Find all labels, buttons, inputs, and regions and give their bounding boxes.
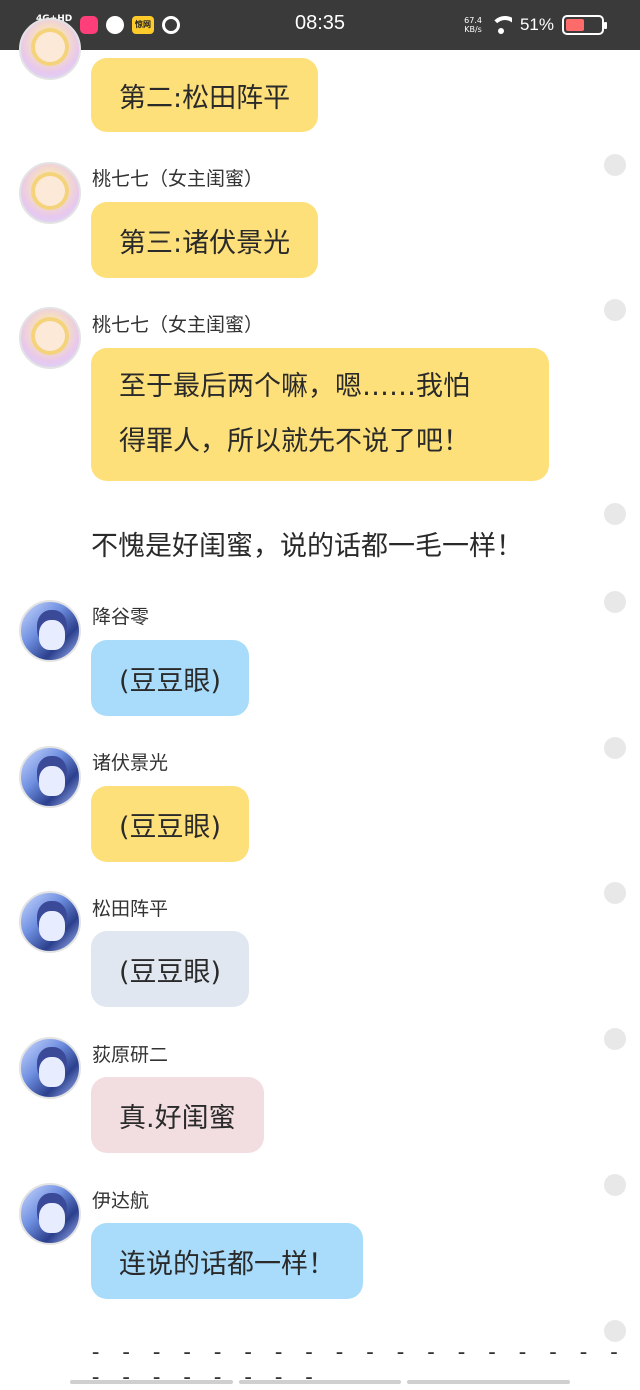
select-radio[interactable] [604,1028,626,1050]
sender-name: 伊达航 [92,1190,150,1212]
network-speed-value: 67.4 [464,16,482,25]
sender-name: 降谷零 [92,606,150,628]
network-speed: 67.4 KB/s [464,16,482,34]
message-bubble[interactable]: 真.好闺蜜 [91,1077,264,1153]
sender-name: 桃七七（女主闺蜜） [92,168,264,190]
status-bar: 4G+HD 惊网 08:35 67.4 KB/s 51% [0,0,640,50]
select-radio[interactable] [604,1320,626,1342]
message-bubble[interactable]: (豆豆眼) [91,640,250,716]
scroll-indicator [70,1380,571,1384]
select-radio[interactable] [604,737,626,759]
sender-name: 荻原研二 [92,1044,169,1066]
status-bar-right: 67.4 KB/s 51% [464,12,607,38]
select-radio[interactable] [604,503,626,525]
battery-percent: 51% [519,15,554,34]
avatar[interactable] [19,1183,81,1245]
message-line: 至于最后两个嘛，嗯……我怕 [119,371,470,402]
select-radio[interactable] [604,154,626,176]
battery-icon [562,15,607,35]
select-radio[interactable] [604,882,626,904]
network-speed-unit: KB/s [464,25,482,34]
select-radio[interactable] [604,299,626,321]
avatar[interactable] [19,1037,81,1099]
avatar[interactable] [19,307,81,369]
sender-name: 松田阵平 [92,898,169,920]
avatar[interactable] [19,600,81,662]
message-bubble[interactable]: (豆豆眼) [91,786,250,862]
avatar[interactable] [19,891,81,953]
wifi-icon [489,16,512,34]
select-radio[interactable] [604,591,626,613]
message-bubble[interactable]: 第三:诸伏景光 [91,202,319,278]
select-radio[interactable] [604,1174,626,1196]
avatar[interactable] [19,746,81,808]
message-bubble[interactable]: 连说的话都一样！ [91,1223,363,1299]
avatar[interactable] [19,18,81,80]
message-bubble[interactable]: 第二:松田阵平 [91,58,319,132]
message-bubble[interactable]: 至于最后两个嘛，嗯……我怕 得罪人，所以就先不说了吧！ [91,348,549,481]
narration-text: 不愧是好闺蜜，说的话都一毛一样！ [91,531,523,562]
avatar[interactable] [19,162,81,224]
message-bubble[interactable]: (豆豆眼) [91,931,250,1007]
sender-name: 桃七七（女主闺蜜） [92,314,264,336]
sender-name: 诸伏景光 [92,752,169,774]
message-line: 得罪人，所以就先不说了吧！ [119,426,470,457]
